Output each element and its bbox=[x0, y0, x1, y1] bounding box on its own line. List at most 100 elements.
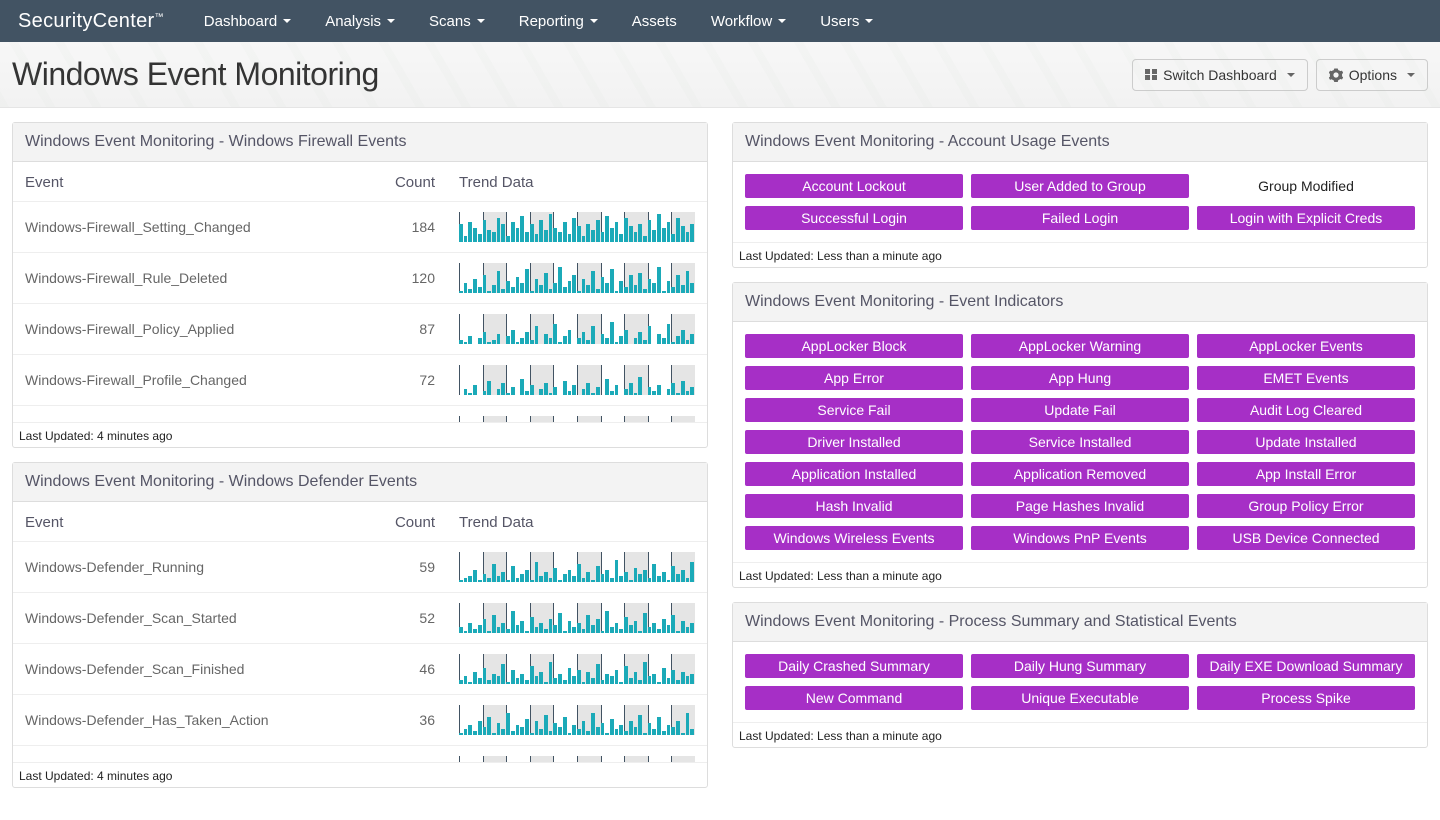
table-row[interactable]: Windows-Firewall_Policy_Applied87 bbox=[13, 304, 707, 355]
left-column: Windows Event Monitoring - Windows Firew… bbox=[12, 122, 708, 788]
cell-trend bbox=[447, 406, 707, 423]
indicator-pill[interactable]: New Command bbox=[745, 686, 963, 710]
top-navbar: SecurityCenter™ Dashboard Analysis Scans Re… bbox=[0, 0, 1440, 42]
col-count: Count bbox=[367, 502, 447, 542]
indicator-pill[interactable]: App Error bbox=[745, 366, 963, 390]
event-table: EventCountTrend DataWindows-Firewall_Set… bbox=[13, 162, 707, 422]
indicator-pill[interactable]: Group Policy Error bbox=[1197, 494, 1415, 518]
event-table: EventCountTrend DataWindows-Defender_Run… bbox=[13, 502, 707, 762]
last-updated: Last Updated: Less than a minute ago bbox=[733, 242, 1427, 267]
caret-down-icon bbox=[477, 19, 485, 23]
pill-grid: Daily Crashed Summary Daily Hung Summary D… bbox=[733, 642, 1427, 722]
indicator-pill[interactable]: Failed Login bbox=[971, 206, 1189, 230]
last-updated: Last Updated: Less than a minute ago bbox=[733, 722, 1427, 747]
nav-item-users[interactable]: Users bbox=[820, 13, 873, 30]
sparkline-chart bbox=[459, 365, 695, 395]
indicator-pill[interactable]: Service Fail bbox=[745, 398, 963, 422]
indicator-pill[interactable]: Group Modified bbox=[1197, 174, 1415, 198]
table-row[interactable]: Windows-Firewall_Profile_Changed72 bbox=[13, 355, 707, 406]
indicator-pill[interactable]: Successful Login bbox=[745, 206, 963, 230]
indicator-pill[interactable]: Application Removed bbox=[971, 462, 1189, 486]
indicator-pill[interactable]: Application Installed bbox=[745, 462, 963, 486]
indicator-pill[interactable]: Service Installed bbox=[971, 430, 1189, 454]
event-table-panel: Windows Event Monitoring - Windows Defen… bbox=[12, 462, 708, 788]
sparkline-chart bbox=[459, 263, 695, 293]
table-row[interactable]: Windows-Defender_Scan_Finished46 bbox=[13, 644, 707, 695]
nav-item-workflow[interactable]: Workflow bbox=[711, 13, 786, 30]
options-button[interactable]: Options bbox=[1316, 59, 1428, 91]
table-row[interactable]: Windows-Defender_Has_Taken_Action36 bbox=[13, 695, 707, 746]
sparkline-chart bbox=[459, 212, 695, 242]
nav-item-analysis[interactable]: Analysis bbox=[325, 13, 395, 30]
indicator-pill[interactable]: Audit Log Cleared bbox=[1197, 398, 1415, 422]
indicator-pill[interactable]: Update Installed bbox=[1197, 430, 1415, 454]
caret-down-icon bbox=[283, 19, 291, 23]
cell-event: Windows-Firewall_Setting_Changed bbox=[13, 202, 367, 253]
cell-trend bbox=[447, 593, 707, 644]
indicator-pill[interactable]: Unique Executable bbox=[971, 686, 1189, 710]
cell-event: Windows-Defender_Scan_Started bbox=[13, 593, 367, 644]
cell-count: 184 bbox=[367, 202, 447, 253]
col-trend: Trend Data bbox=[447, 162, 707, 202]
table-row[interactable]: Windows-Defender_Running59 bbox=[13, 542, 707, 593]
main-content: Windows Event Monitoring - Windows Firew… bbox=[0, 108, 1440, 802]
indicator-pill[interactable]: Update Fail bbox=[971, 398, 1189, 422]
sparkline-chart bbox=[459, 552, 695, 582]
indicator-pill[interactable]: Login with Explicit Creds bbox=[1197, 206, 1415, 230]
nav-item-dashboard[interactable]: Dashboard bbox=[204, 13, 291, 30]
indicator-pill[interactable]: Driver Installed bbox=[745, 430, 963, 454]
page-header: Windows Event Monitoring Switch Dashboar… bbox=[0, 42, 1440, 108]
page-title: Windows Event Monitoring bbox=[12, 56, 379, 93]
pill-grid: Account Lockout User Added to Group Group … bbox=[733, 162, 1427, 242]
indicator-pill[interactable]: Page Hashes Invalid bbox=[971, 494, 1189, 518]
indicator-pill[interactable]: App Install Error bbox=[1197, 462, 1415, 486]
indicator-pill[interactable]: User Added to Group bbox=[971, 174, 1189, 198]
indicator-pill[interactable]: Windows Wireless Events bbox=[745, 526, 963, 550]
indicator-pill[interactable]: Daily Crashed Summary bbox=[745, 654, 963, 678]
event-table-panel: Windows Event Monitoring - Windows Firew… bbox=[12, 122, 708, 448]
header-actions: Switch Dashboard Options bbox=[1132, 59, 1428, 91]
caret-down-icon bbox=[865, 19, 873, 23]
indicator-pill[interactable]: Account Lockout bbox=[745, 174, 963, 198]
indicator-pill[interactable]: Windows PnP Events bbox=[971, 526, 1189, 550]
cell-count: 87 bbox=[367, 304, 447, 355]
caret-down-icon bbox=[1287, 73, 1295, 77]
table-row[interactable]: Windows-Firewall_Setting_Changed184 bbox=[13, 202, 707, 253]
brand-logo: SecurityCenter™ bbox=[18, 10, 164, 33]
col-trend: Trend Data bbox=[447, 502, 707, 542]
table-row[interactable]: Windows-Defender_Action_Taken26 bbox=[13, 746, 707, 763]
indicator-pill[interactable]: Daily Hung Summary bbox=[971, 654, 1189, 678]
indicator-pill[interactable]: USB Device Connected bbox=[1197, 526, 1415, 550]
indicator-pill[interactable]: AppLocker Block bbox=[745, 334, 963, 358]
indicator-panel: Windows Event Monitoring - Account Usage… bbox=[732, 122, 1428, 268]
indicator-pill[interactable]: App Hung bbox=[971, 366, 1189, 390]
switch-dashboard-label: Switch Dashboard bbox=[1163, 67, 1277, 83]
indicator-panel: Windows Event Monitoring - Event Indicat… bbox=[732, 282, 1428, 588]
sparkline-chart bbox=[459, 314, 695, 344]
panel-title: Windows Event Monitoring - Account Usage… bbox=[733, 123, 1427, 162]
caret-down-icon bbox=[590, 19, 598, 23]
cell-trend bbox=[447, 695, 707, 746]
table-row[interactable]: Windows-Defender_Scan_Started52 bbox=[13, 593, 707, 644]
panel-title: Windows Event Monitoring - Windows Firew… bbox=[13, 123, 707, 162]
indicator-pill[interactable]: Daily EXE Download Summary bbox=[1197, 654, 1415, 678]
table-row[interactable]: Windows-Firewall_Stopped68 bbox=[13, 406, 707, 423]
nav-item-reporting[interactable]: Reporting bbox=[519, 13, 598, 30]
panel-title: Windows Event Monitoring - Event Indicat… bbox=[733, 283, 1427, 322]
switch-dashboard-button[interactable]: Switch Dashboard bbox=[1132, 59, 1308, 91]
indicator-pill[interactable]: Hash Invalid bbox=[745, 494, 963, 518]
nav-item-scans[interactable]: Scans bbox=[429, 13, 485, 30]
caret-down-icon bbox=[387, 19, 395, 23]
indicator-pill[interactable]: AppLocker Warning bbox=[971, 334, 1189, 358]
indicator-pill[interactable]: Process Spike bbox=[1197, 686, 1415, 710]
nav-item-assets[interactable]: Assets bbox=[632, 13, 677, 30]
indicator-pill[interactable]: AppLocker Events bbox=[1197, 334, 1415, 358]
table-row[interactable]: Windows-Firewall_Rule_Deleted120 bbox=[13, 253, 707, 304]
cell-event: Windows-Defender_Has_Taken_Action bbox=[13, 695, 367, 746]
options-label: Options bbox=[1349, 67, 1397, 83]
cell-trend bbox=[447, 202, 707, 253]
cell-trend bbox=[447, 253, 707, 304]
cell-event: Windows-Defender_Running bbox=[13, 542, 367, 593]
indicator-pill[interactable]: EMET Events bbox=[1197, 366, 1415, 390]
sparkline-chart bbox=[459, 705, 695, 735]
